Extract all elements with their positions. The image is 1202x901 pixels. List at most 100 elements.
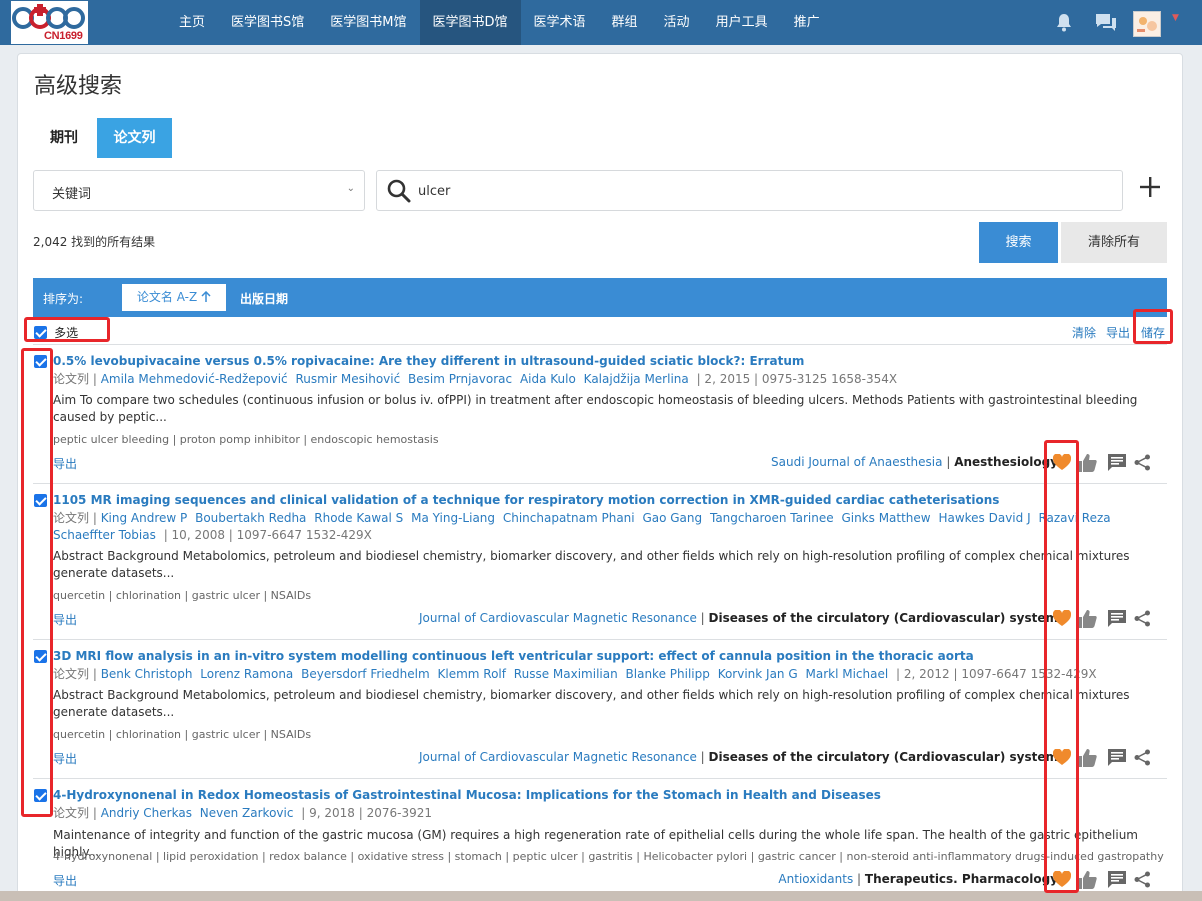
author-link[interactable]: Lorenz Ramona [200,667,293,681]
author-link[interactable]: Russe Maximilian [514,667,618,681]
author-link[interactable]: Aida Kulo [520,372,576,386]
result-title[interactable]: 1105 MR imaging sequences and clinical v… [53,493,999,507]
site-logo[interactable]: CN1699 [11,1,88,44]
author-link[interactable]: Rhode Kawal S [314,511,403,525]
search-box [376,170,1123,211]
share-icon[interactable] [1134,454,1151,475]
nav-item-promotion[interactable]: 推广 [781,0,833,45]
share-icon[interactable] [1134,610,1151,631]
export-link[interactable]: 导出 [1106,324,1130,341]
result-checkbox[interactable] [34,494,47,507]
tab-articles[interactable]: 论文列 [97,118,172,158]
result-export-link[interactable]: 导出 [53,872,77,889]
author-link[interactable]: Razavi Reza [1038,511,1110,525]
author-link[interactable]: Korvink Jan G [718,667,798,681]
author-link[interactable]: Chinchapatnam Phani [503,511,635,525]
thumbs-up-icon[interactable] [1078,454,1097,476]
result-checkbox[interactable] [34,650,47,663]
result-export-link[interactable]: 导出 [53,611,77,628]
logo-text: CN1699 [44,30,83,42]
bell-icon[interactable] [1055,13,1073,37]
author-link[interactable]: Ma Ying-Liang [411,511,495,525]
result-authors: 论文列 | Amila Mehmedović-Redžepović Rusmir… [53,371,1163,388]
search-input[interactable] [418,179,1098,203]
author-link[interactable]: Neven Zarkovic [200,806,294,820]
result-journal: Journal of Cardiovascular Magnetic Reson… [418,611,1058,625]
comment-icon[interactable] [1108,454,1126,475]
author-link[interactable]: Amila Mehmedović-Redžepović [101,372,288,386]
sort-by-title[interactable]: 论文名 A-Z [122,284,226,311]
author-link[interactable]: Kalajdžija Merlina [584,372,689,386]
result-count: 2,042 找到的所有结果 [33,235,156,249]
search-button[interactable]: 搜索 [979,222,1058,263]
journal-link[interactable]: Journal of Cardiovascular Magnetic Reson… [419,750,697,764]
author-link[interactable]: Hawkes David J [938,511,1030,525]
author-link[interactable]: Besim Prnjavorac [408,372,512,386]
result-checkbox[interactable] [34,789,47,802]
save-link[interactable]: 储存 [1141,324,1165,341]
sort-by-date[interactable]: 出版日期 [240,290,288,307]
multi-select-checkbox[interactable] [34,326,47,339]
result-title[interactable]: 3D MRI flow analysis in an in-vitro syst… [53,649,974,663]
author-link[interactable]: Beyersdorf Friedhelm [301,667,430,681]
chevron-down-icon[interactable]: ▼ [1172,13,1179,23]
result-title[interactable]: 0.5% levobupivacaine versus 0.5% ropivac… [53,354,804,368]
result-action-icons [1052,870,1165,893]
heart-icon[interactable] [1052,453,1072,475]
search-panel: 高级搜索 期刊 论文列 关键词 ⌄ 2,042 找到的所有结果 搜索 清除所有 … [17,53,1183,901]
result-export-link[interactable]: 导出 [53,750,77,767]
journal-link[interactable]: Journal of Cardiovascular Magnetic Reson… [419,611,697,625]
field-select[interactable]: 关键词 ⌄ [33,170,365,211]
thumbs-up-icon[interactable] [1078,749,1097,771]
plus-icon[interactable] [1139,176,1161,202]
result-type: 论文列 | [53,511,97,525]
heart-icon[interactable] [1052,609,1072,631]
nav-item-groups[interactable]: 群组 [599,0,651,45]
thumbs-up-icon[interactable] [1078,871,1097,893]
author-link[interactable]: King Andrew P [101,511,188,525]
result-meta: | 10, 2008 | 1097-6647 1532-429X [163,528,372,542]
avatar[interactable] [1133,11,1161,37]
author-link[interactable]: Gao Gang [642,511,702,525]
nav-item-home[interactable]: 主页 [166,0,218,45]
comment-icon[interactable] [1108,871,1126,892]
result-action-icons [1052,748,1165,771]
result-title[interactable]: 4-Hydroxynonenal in Redox Homeostasis of… [53,788,881,802]
comment-icon[interactable] [1108,749,1126,770]
result-checkbox[interactable] [34,355,47,368]
journal-category: Therapeutics. Pharmacology [864,872,1058,886]
chat-icon[interactable] [1095,13,1117,37]
nav-item-user-tools[interactable]: 用户工具 [703,0,781,45]
clear-link[interactable]: 清除 [1072,324,1096,341]
author-link[interactable]: Andriy Cherkas [101,806,192,820]
multi-select[interactable]: 多选 [34,324,78,340]
author-link[interactable]: Boubertakh Redha [195,511,306,525]
heart-icon[interactable] [1052,748,1072,770]
thumbs-up-icon[interactable] [1078,610,1097,632]
clear-all-button[interactable]: 清除所有 [1061,222,1167,263]
author-link[interactable]: Benk Christoph [101,667,193,681]
author-link[interactable]: Klemm Rolf [437,667,505,681]
tab-journals[interactable]: 期刊 [34,118,94,158]
result-export-link[interactable]: 导出 [53,455,77,472]
nav-item-library-s[interactable]: 医学图书S馆 [218,0,317,45]
journal-link[interactable]: Saudi Journal of Anaesthesia [771,455,942,469]
result-item: 3D MRI flow analysis in an in-vitro syst… [33,640,1167,778]
share-icon[interactable] [1134,749,1151,770]
share-icon[interactable] [1134,871,1151,892]
nav-item-terminology[interactable]: 医学术语 [521,0,599,45]
field-select-value: 关键词 [52,187,92,202]
author-link[interactable]: Markl Michael [805,667,888,681]
author-link[interactable]: Blanke Philipp [626,667,710,681]
author-link[interactable]: Rusmir Mesihović [295,372,400,386]
comment-icon[interactable] [1108,610,1126,631]
heart-icon[interactable] [1052,870,1072,892]
author-link[interactable]: Schaeffter Tobias [53,528,156,542]
sort-label: 排序为: [43,292,84,306]
nav-item-library-m[interactable]: 医学图书M馆 [317,0,419,45]
author-link[interactable]: Ginks Matthew [841,511,930,525]
nav-item-library-d[interactable]: 医学图书D馆 [419,0,521,45]
nav-item-events[interactable]: 活动 [651,0,703,45]
journal-link[interactable]: Antioxidants [778,872,853,886]
author-link[interactable]: Tangcharoen Tarinee [710,511,834,525]
